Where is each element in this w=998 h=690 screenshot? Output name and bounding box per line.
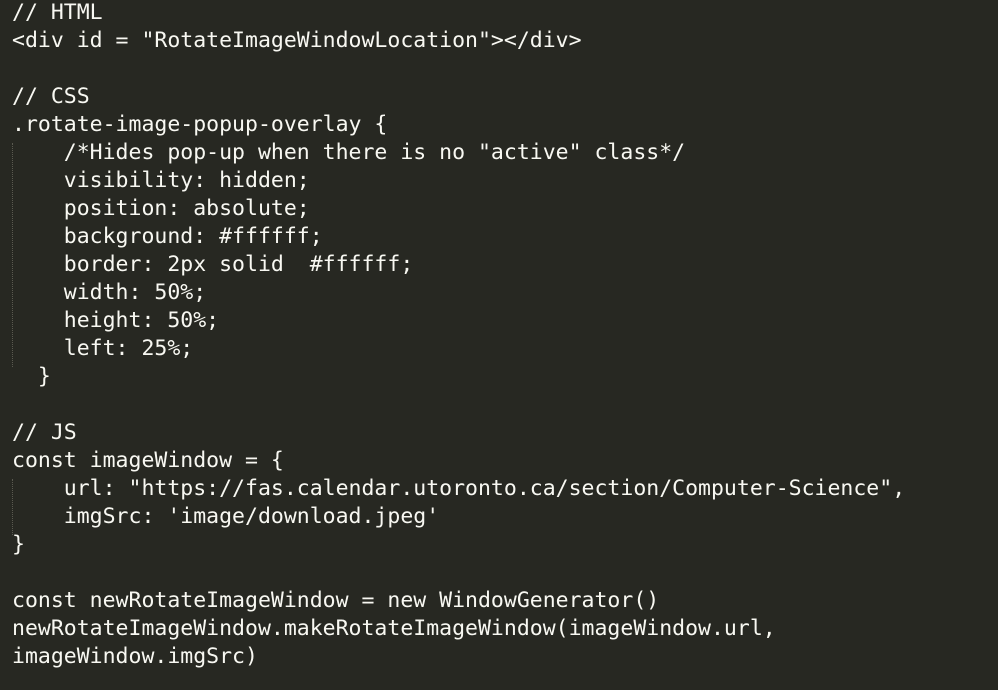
code-block[interactable]: // HTML <div id = "RotateImageWindowLocat… xyxy=(12,0,905,671)
code-line-18: url: "https://fas.calendar.utoronto.ca/s… xyxy=(12,476,906,501)
code-line-4: // CSS xyxy=(12,84,90,109)
code-line-8: position: absolute; xyxy=(12,196,310,221)
code-line-16: // JS xyxy=(12,420,77,445)
code-line-10: border: 2px solid #ffffff; xyxy=(12,252,414,277)
code-line-23: newRotateImageWindow.makeRotateImageWind… xyxy=(12,616,776,641)
code-line-11: width: 50%; xyxy=(12,280,207,305)
code-line-9: background: #ffffff; xyxy=(12,224,323,249)
code-line-1: // HTML xyxy=(12,0,103,25)
code-line-2: <div id = "RotateImageWindowLocation"></… xyxy=(12,28,582,53)
code-line-22: const newRotateImageWindow = new WindowG… xyxy=(12,588,660,613)
code-editor[interactable]: // HTML <div id = "RotateImageWindowLocat… xyxy=(0,0,998,690)
code-line-7: visibility: hidden; xyxy=(12,168,310,193)
code-line-14: } xyxy=(12,364,51,389)
code-line-24: imageWindow.imgSrc) xyxy=(12,644,258,669)
code-line-17: const imageWindow = { xyxy=(12,448,284,473)
code-line-20: } xyxy=(12,532,25,557)
code-line-13: left: 25%; xyxy=(12,336,194,361)
code-line-5: .rotate-image-popup-overlay { xyxy=(12,112,388,137)
indent-guide-js xyxy=(12,479,13,535)
code-line-12: height: 50%; xyxy=(12,308,220,333)
code-line-6: /*Hides pop-up when there is no "active"… xyxy=(12,140,686,165)
indent-guide-css xyxy=(12,143,13,367)
code-line-19: imgSrc: 'image/download.jpeg' xyxy=(12,504,440,529)
